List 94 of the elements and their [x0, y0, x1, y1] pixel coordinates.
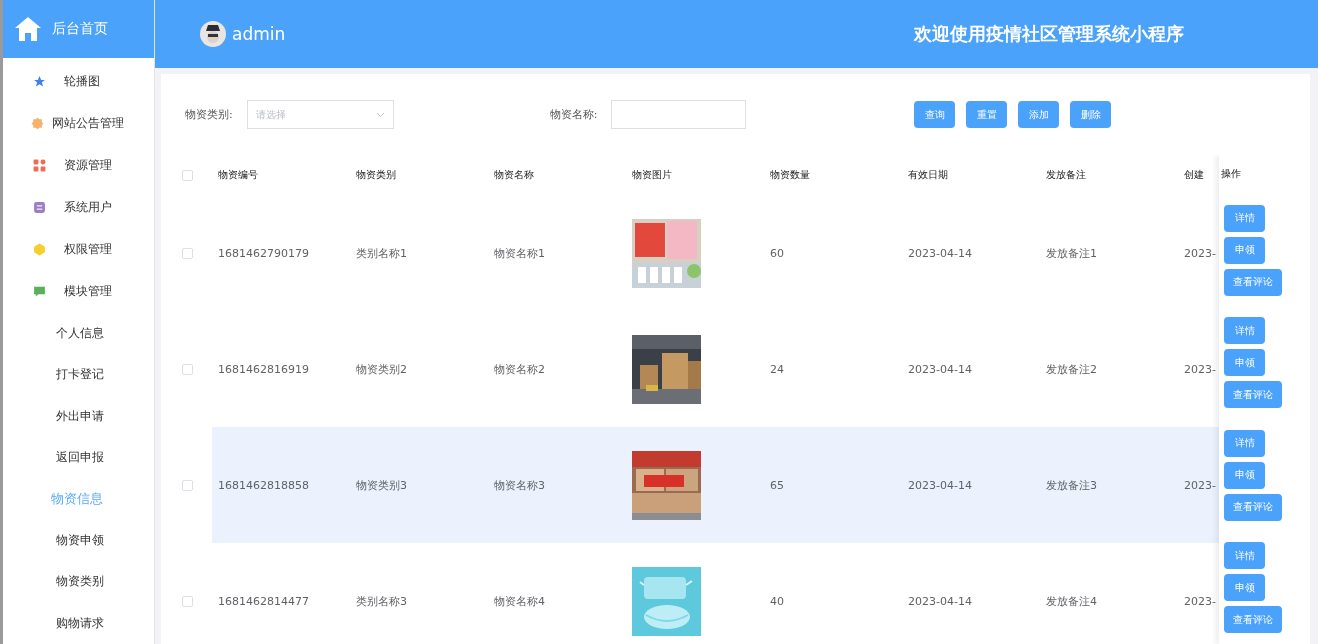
table-cell: 发放备注3 [1046, 477, 1097, 493]
toolbar-button[interactable]: 重置 [966, 101, 1008, 128]
table-cell: 类别名称1 [356, 245, 407, 261]
column-header: 物资编号 [218, 168, 258, 182]
row-action-button[interactable]: 申领 [1224, 574, 1265, 602]
row-action-button[interactable]: 申领 [1224, 349, 1265, 377]
toolbar-button[interactable]: 查询 [914, 101, 956, 128]
row-action-button[interactable]: 查看评论 [1224, 381, 1282, 409]
table-cell: 2023- [1184, 594, 1216, 608]
table-cell: 发放备注2 [1046, 361, 1097, 377]
table-cell: 类别名称3 [356, 593, 407, 609]
table-cell: 1681462818858 [218, 478, 309, 492]
submenu-item[interactable]: 物资信息 [3, 478, 154, 520]
submenu-item[interactable]: 返回申报 [3, 437, 154, 479]
table-cell: 40 [770, 594, 784, 608]
name-input[interactable] [611, 100, 747, 129]
menu-label: 权限管理 [64, 241, 112, 259]
menu-item[interactable]: 系统用户 [3, 186, 154, 229]
field-label: 物资类别: [185, 107, 233, 122]
row-checkbox[interactable] [182, 363, 193, 375]
home-link[interactable]: 后台首页 [52, 19, 108, 38]
table-cell: 物资名称4 [494, 593, 545, 609]
field-label: 物资名称: [549, 107, 598, 122]
row-checkbox[interactable] [182, 479, 193, 491]
menu-label: 模块管理 [64, 283, 112, 301]
table-cell: 物资名称1 [494, 245, 545, 261]
row-action-button[interactable]: 查看评论 [1224, 493, 1282, 521]
table-cell: 2023- [1184, 362, 1216, 376]
avatar-icon[interactable] [200, 21, 226, 47]
star-icon [33, 75, 46, 89]
archive-icon [33, 201, 46, 215]
table-cell: 1681462816919 [218, 362, 309, 376]
badge-icon [31, 117, 44, 131]
row-checkbox[interactable] [182, 247, 193, 259]
chat-icon [33, 285, 46, 299]
table-cell: 物资类别3 [356, 477, 407, 493]
system-title: 欢迎使用疫情社区管理系统小程序 [914, 22, 1184, 46]
table-cell: 2023-04-14 [908, 478, 972, 492]
column-header: 有效日期 [908, 168, 948, 182]
submenu-item[interactable]: 物资类别 [3, 561, 154, 603]
table-cell: 2023-04-14 [908, 594, 972, 608]
table-cell: 60 [770, 246, 784, 260]
table-cell: 发放备注1 [1046, 245, 1097, 261]
table-cell: 24 [770, 362, 784, 376]
row-action-button[interactable]: 申领 [1224, 461, 1265, 489]
table-cell: 物资类别2 [356, 361, 407, 377]
submenu-item[interactable]: 物资申领 [3, 519, 154, 562]
row-action-button[interactable]: 查看评论 [1224, 606, 1282, 634]
menu-item[interactable]: 轮播图 [3, 60, 154, 103]
home-icon[interactable] [14, 15, 42, 42]
menu-label: 系统用户 [64, 199, 112, 217]
toolbar-button[interactable]: 添加 [1018, 101, 1060, 128]
table-cell: 发放备注4 [1046, 593, 1097, 609]
row-action-button[interactable]: 详情 [1224, 429, 1265, 457]
menu-label: 网站公告管理 [52, 115, 124, 133]
menu-item[interactable]: 权限管理 [3, 228, 154, 271]
column-header: 物资数量 [770, 168, 810, 182]
table-cell: 65 [770, 478, 784, 492]
table-cell: 1681462814477 [218, 594, 309, 608]
column-header: 物资图片 [632, 168, 672, 182]
column-header: 发放备注 [1046, 168, 1086, 182]
chevron-down-icon [375, 111, 385, 118]
table-cell: 1681462790179 [218, 246, 309, 260]
column-header: 物资名称 [494, 168, 534, 182]
row-action-button[interactable]: 查看评论 [1224, 268, 1282, 296]
column-header: 物资类别 [356, 168, 396, 182]
submenu-item[interactable]: 外出申请 [3, 395, 154, 438]
column-header: 创建 [1184, 168, 1204, 182]
menu-item[interactable]: 资源管理 [3, 144, 154, 187]
table-cell: 2023-04-14 [908, 362, 972, 376]
row-action-button[interactable]: 详情 [1224, 542, 1265, 570]
table-cell: 2023- [1184, 246, 1216, 260]
select-all-checkbox[interactable] [182, 169, 193, 181]
row-action-button[interactable]: 详情 [1224, 204, 1265, 232]
menu-item[interactable]: 网站公告管理 [3, 102, 154, 145]
menu-item[interactable]: 模块管理 [3, 270, 154, 313]
row-checkbox[interactable] [182, 595, 193, 607]
toolbar-button[interactable]: 删除 [1070, 101, 1112, 128]
submenu-item[interactable]: 购物请求 [3, 602, 154, 644]
row-action-button[interactable]: 申领 [1224, 236, 1265, 264]
menu-label: 轮播图 [64, 73, 100, 91]
table-cell: 2023-04-14 [908, 246, 972, 260]
table-cell: 物资名称3 [494, 477, 545, 493]
table-cell: 物资名称2 [494, 361, 545, 377]
submenu-item[interactable]: 打卡登记 [3, 354, 154, 396]
table-cell: 2023- [1184, 478, 1216, 492]
column-header: 操作 [1220, 167, 1242, 182]
category-select[interactable]: 请选择 [246, 100, 394, 129]
grid-icon [33, 159, 46, 173]
submenu-item[interactable]: 个人信息 [3, 312, 154, 355]
menu-label: 资源管理 [64, 157, 112, 175]
hexagon-icon [33, 243, 46, 257]
user-name: admin [232, 24, 286, 44]
row-action-button[interactable]: 详情 [1224, 317, 1265, 345]
